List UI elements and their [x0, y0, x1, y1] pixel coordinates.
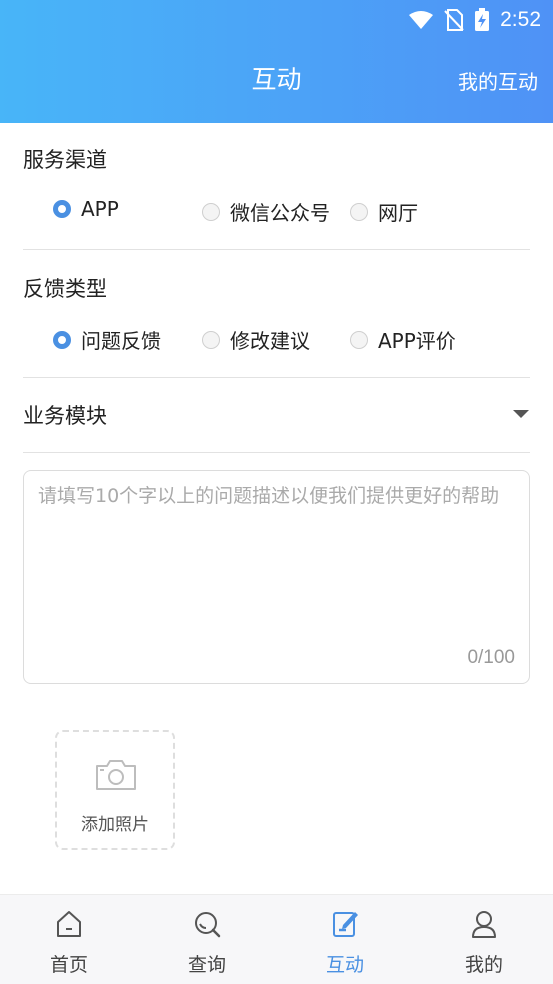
divider — [23, 377, 530, 378]
radio-unselected-icon — [202, 202, 220, 221]
my-interactions-link[interactable]: 我的互动 — [458, 66, 538, 95]
radio-label: APP — [81, 197, 119, 221]
tab-label: 首页 — [49, 954, 88, 976]
home-icon — [57, 911, 81, 937]
service-channel-radio-group: APP 微信公众号 网厅 — [0, 197, 553, 227]
tab-interact[interactable]: 互动 — [276, 895, 414, 984]
radio-channel-wechat[interactable]: 微信公众号 — [202, 197, 330, 226]
user-icon — [472, 911, 496, 938]
tab-label: 我的 — [464, 954, 503, 976]
status-bar: 2:52 — [408, 6, 541, 34]
radio-feedback-app-review[interactable]: APP评价 — [350, 325, 456, 354]
edit-note-icon — [333, 912, 358, 937]
divider — [23, 249, 530, 250]
tab-query[interactable]: 查询 — [138, 895, 276, 984]
caret-down-icon — [513, 410, 529, 418]
radio-unselected-icon — [350, 202, 368, 221]
header-bar: 2:52 互动 我的互动 — [0, 0, 553, 123]
service-channel-label: 服务渠道 — [23, 148, 107, 172]
description-textarea[interactable] — [38, 483, 516, 643]
radio-selected-icon — [53, 200, 71, 218]
char-counter: 0/100 — [467, 647, 515, 668]
radio-feedback-suggestion[interactable]: 修改建议 — [202, 325, 310, 354]
divider — [23, 452, 530, 453]
tab-label: 互动 — [325, 954, 364, 976]
radio-label: APP评价 — [378, 329, 456, 353]
radio-unselected-icon — [350, 330, 368, 349]
radio-label: 网厅 — [378, 201, 418, 225]
radio-channel-app[interactable]: APP — [53, 197, 119, 221]
search-icon — [195, 912, 221, 938]
radio-label: 问题反馈 — [81, 329, 161, 353]
feedback-type-label: 反馈类型 — [23, 277, 107, 301]
radio-label: 修改建议 — [230, 329, 310, 353]
add-photo-label: 添加照片 — [81, 815, 149, 835]
tab-home[interactable]: 首页 — [0, 895, 138, 984]
radio-label: 微信公众号 — [230, 201, 330, 225]
feedback-type-radio-group: 问题反馈 修改建议 APP评价 — [0, 325, 553, 355]
tab-mine[interactable]: 我的 — [415, 895, 553, 984]
camera-icon — [96, 760, 136, 790]
bottom-tab-bar: 首页 查询 互动 我的 — [0, 894, 553, 984]
tab-label: 查询 — [187, 954, 226, 976]
status-time: 2:52 — [500, 8, 541, 31]
add-photo-button[interactable]: 添加照片 — [55, 730, 175, 850]
no-sim-icon — [444, 9, 464, 31]
radio-channel-web-hall[interactable]: 网厅 — [350, 197, 418, 226]
description-box: 0/100 — [23, 470, 530, 684]
radio-unselected-icon — [202, 330, 220, 349]
radio-feedback-problem[interactable]: 问题反馈 — [53, 325, 161, 354]
business-module-label: 业务模块 — [23, 404, 107, 428]
business-module-select[interactable]: 业务模块 — [0, 385, 553, 443]
wifi-icon — [409, 11, 434, 29]
radio-selected-icon — [53, 330, 71, 349]
battery-charging-icon — [475, 8, 490, 31]
